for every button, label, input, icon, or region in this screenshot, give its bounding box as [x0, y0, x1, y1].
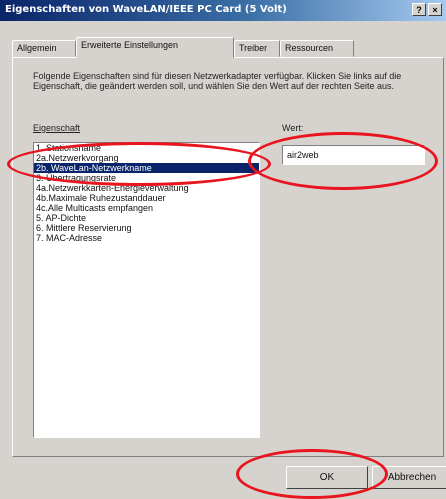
help-icon[interactable]: ? [412, 3, 426, 16]
tab-ressourcen[interactable]: Ressourcen [280, 40, 354, 57]
list-item[interactable]: 4c.Alle Multicasts empfangen [34, 203, 259, 213]
list-item[interactable]: 6. Mittlere Reservierung [34, 223, 259, 233]
description-text: Folgende Eigenschaften sind für diesen N… [33, 71, 402, 91]
list-item[interactable]: 2a.Netzwerkvorgang [34, 153, 259, 163]
list-item[interactable]: 4b.Maximale Ruhezustanddauer [34, 193, 259, 203]
properties-dialog: Eigenschaften von WaveLAN/IEEE PC Card (… [0, 0, 446, 499]
list-item[interactable]: 4a.Netzwerkkarten-Energieverwaltung [34, 183, 259, 193]
title-bar[interactable]: Eigenschaften von WaveLAN/IEEE PC Card (… [0, 0, 446, 21]
property-label: Eigenschaft [33, 123, 81, 133]
close-icon[interactable]: × [428, 3, 442, 16]
tab-treiber[interactable]: Treiber [234, 40, 280, 57]
list-item[interactable]: 1. Stationsname [34, 143, 259, 153]
value-label: Wert: [282, 123, 304, 133]
value-input[interactable]: air2web [282, 145, 425, 165]
property-list[interactable]: 1. Stationsname 2a.Netzwerkvorgang 2b. W… [33, 142, 260, 438]
list-item-selected[interactable]: 2b. WaveLan-Netzwerkname [34, 163, 259, 173]
window-title: Eigenschaften von WaveLAN/IEEE PC Card (… [5, 4, 287, 15]
list-item[interactable]: 3. Übertragungsrate [34, 173, 259, 183]
list-item[interactable]: 5. AP-Dichte [34, 213, 259, 223]
tab-allgemein[interactable]: Allgemein [12, 40, 76, 57]
cancel-button[interactable]: Abbrechen [372, 466, 446, 489]
ok-button[interactable]: OK [286, 466, 368, 489]
list-item[interactable]: 7. MAC-Adresse [34, 233, 259, 243]
tab-erweiterte-einstellungen[interactable]: Erweiterte Einstellungen [76, 37, 234, 58]
